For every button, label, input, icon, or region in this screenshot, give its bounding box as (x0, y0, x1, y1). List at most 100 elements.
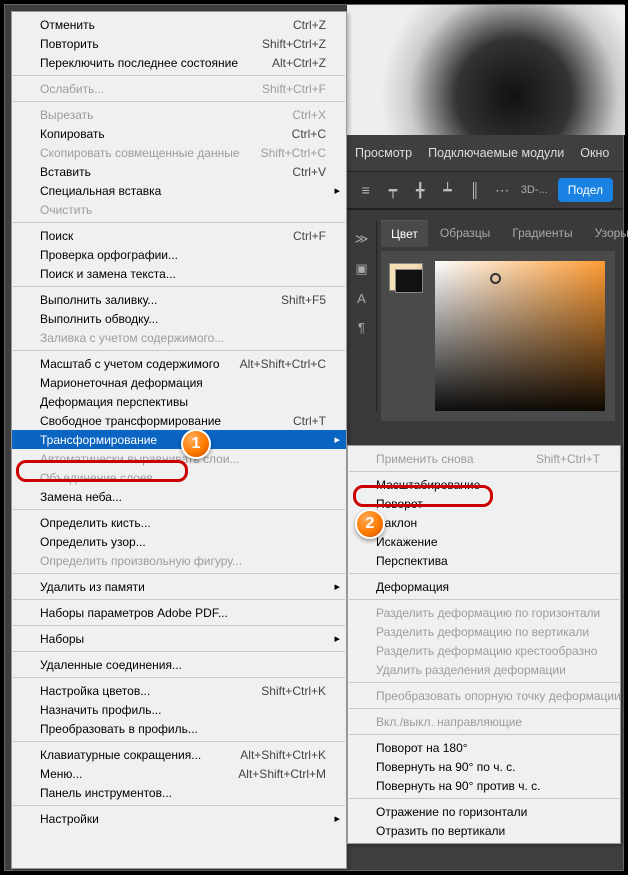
type-tool-icon[interactable]: A (357, 291, 366, 306)
edit-menu-item[interactable]: Поиск и замена текста... (12, 264, 346, 283)
edit-menu-shortcut: Ctrl+Z (293, 18, 326, 32)
edit-menu-shortcut: Shift+Ctrl+F (262, 82, 326, 96)
edit-menu-shortcut: Shift+Ctrl+Z (262, 37, 326, 51)
transform-submenu-item: Удалить разделения деформации (348, 660, 620, 679)
swatch-icon[interactable]: ▣ (355, 261, 367, 277)
edit-menu-item[interactable]: Масштаб с учетом содержимогоAlt+Shift+Ct… (12, 354, 346, 373)
edit-menu-label: Копировать (40, 127, 282, 141)
edit-menu-item[interactable]: ПоискCtrl+F (12, 226, 346, 245)
align-bot-icon[interactable]: ┷ (439, 179, 456, 201)
edit-menu-label: Повторить (40, 37, 252, 51)
transform-submenu-item[interactable]: Отражение по горизонтали (348, 802, 620, 821)
menubar-window[interactable]: Окно (580, 146, 609, 160)
color-cursor[interactable] (490, 273, 501, 284)
transform-submenu-item: Преобразовать опорную точку деформации (348, 686, 620, 705)
edit-menu-item[interactable]: Настройки (12, 809, 346, 828)
edit-menu-item[interactable]: Удаленные соединения... (12, 655, 346, 674)
options-bar: ≡ ┯ ╋ ┷ ║ ⋯ 3D-... Подел (347, 171, 623, 209)
edit-menu-item[interactable]: Марионеточная деформация (12, 373, 346, 392)
align-icon[interactable]: ≡ (357, 179, 374, 201)
edit-menu-item[interactable]: Замена неба... (12, 487, 346, 506)
more-icon[interactable]: ⋯ (493, 179, 510, 201)
edit-menu-label: Марионеточная деформация (40, 376, 326, 390)
edit-menu-item[interactable]: Отменить Ctrl+Z (12, 15, 346, 34)
edit-menu-item: Скопировать совмещенные данныеShift+Ctrl… (12, 143, 346, 162)
transform-submenu-item[interactable]: Искажение (348, 532, 620, 551)
transform-submenu-label: Удалить разделения деформации (376, 663, 600, 677)
transform-submenu-label: Повернуть на 90° против ч. с. (376, 779, 600, 793)
edit-menu-item[interactable]: Повторить Shift+Ctrl+Z (12, 34, 346, 53)
edit-menu-item[interactable]: Наборы (12, 629, 346, 648)
edit-menu-label: Замена неба... (40, 490, 326, 504)
menubar-plugins[interactable]: Подключаемые модули (428, 146, 564, 160)
edit-menu-label: Наборы (40, 632, 326, 646)
edit-menu-label: Настройки (40, 812, 326, 826)
transform-submenu-item[interactable]: Перспектива (348, 551, 620, 570)
edit-menu-label: Заливка с учетом содержимого... (40, 331, 326, 345)
transform-submenu-item[interactable]: Повернуть на 90° против ч. с. (348, 776, 620, 795)
tab-patterns[interactable]: Узоры (585, 220, 628, 246)
collapse-icon[interactable]: ≫ (355, 231, 369, 247)
tab-swatches[interactable]: Образцы (430, 220, 500, 246)
edit-menu-label: Масштаб с учетом содержимого (40, 357, 230, 371)
edit-menu-item[interactable]: ВставитьCtrl+V (12, 162, 346, 181)
color-picker[interactable] (381, 251, 615, 421)
edit-menu-label: Определить произвольную фигуру... (40, 554, 326, 568)
edit-menu-item[interactable]: Наборы параметров Adobe PDF... (12, 603, 346, 622)
edit-menu-item[interactable]: Назначить профиль... (12, 700, 346, 719)
edit-menu-label: Определить кисть... (40, 516, 326, 530)
tab-gradients[interactable]: Градиенты (502, 220, 582, 246)
transform-submenu-item[interactable]: Наклон (348, 513, 620, 532)
edit-menu-item[interactable]: Панель инструментов... (12, 783, 346, 802)
edit-menu-item[interactable]: Выполнить обводку... (12, 309, 346, 328)
transform-submenu-item[interactable]: Отразить по вертикали (348, 821, 620, 840)
edit-menu-item[interactable]: Удалить из памяти (12, 577, 346, 596)
edit-menu-item[interactable]: Клавиатурные сокращения...Alt+Shift+Ctrl… (12, 745, 346, 764)
edit-menu-shortcut: Alt+Shift+Ctrl+M (238, 767, 326, 781)
edit-menu-item[interactable]: Свободное трансформированиеCtrl+T (12, 411, 346, 430)
edit-menu-item[interactable]: Определить узор... (12, 532, 346, 551)
edit-menu-item[interactable]: Преобразовать в профиль... (12, 719, 346, 738)
edit-menu-item[interactable]: Переключить последнее состояниеAlt+Ctrl+… (12, 53, 346, 72)
distribute-icon[interactable]: ║ (466, 179, 483, 201)
tab-color[interactable]: Цвет (381, 220, 428, 247)
edit-menu-item[interactable]: Копировать Ctrl+C (12, 124, 346, 143)
edit-menu-item[interactable]: Меню...Alt+Shift+Ctrl+M (12, 764, 346, 783)
edit-menu-item[interactable]: Выполнить заливку...Shift+F5 (12, 290, 346, 309)
edit-menu-label: Панель инструментов... (40, 786, 326, 800)
transform-submenu-item[interactable]: Деформация (348, 577, 620, 596)
foreground-background-swatch[interactable] (389, 263, 423, 291)
color-field[interactable] (435, 261, 605, 411)
paragraph-icon[interactable]: ¶ (358, 320, 365, 335)
color-panel-tabs: Цвет Образцы Градиенты Узоры (381, 219, 617, 247)
share-button[interactable]: Подел (558, 178, 613, 202)
edit-menu-label: Наборы параметров Adobe PDF... (40, 606, 326, 620)
edit-menu-item[interactable]: Трансформирование (12, 430, 346, 449)
edit-menu-item[interactable]: Специальная вставка (12, 181, 346, 200)
edit-menu-item[interactable]: Проверка орфографии... (12, 245, 346, 264)
transform-submenu-item[interactable]: Повернуть на 90° по ч. с. (348, 757, 620, 776)
edit-menu-item[interactable]: Деформация перспективы (12, 392, 346, 411)
align-mid-icon[interactable]: ╋ (412, 179, 429, 201)
transform-submenu-label: Перспектива (376, 554, 600, 568)
transform-submenu-label: Искажение (376, 535, 600, 549)
edit-menu-label: Поиск и замена текста... (40, 267, 326, 281)
edit-menu-label: Специальная вставка (40, 184, 326, 198)
edit-menu-label: Отменить (40, 18, 283, 32)
transform-submenu-item[interactable]: Поворот на 180° (348, 738, 620, 757)
transform-submenu-item[interactable]: Поворот (348, 494, 620, 513)
edit-menu-label: Удаленные соединения... (40, 658, 326, 672)
edit-menu-label: Вставить (40, 165, 282, 179)
transform-submenu-label: Разделить деформацию по вертикали (376, 625, 600, 639)
edit-menu-item: Очистить (12, 200, 346, 219)
threed-label: 3D-... (521, 184, 548, 196)
edit-menu-item[interactable]: Определить кисть... (12, 513, 346, 532)
edit-menu-item[interactable]: Настройка цветов...Shift+Ctrl+K (12, 681, 346, 700)
transform-submenu-label: Разделить деформацию по горизонтали (376, 606, 600, 620)
edit-menu-shortcut: Shift+Ctrl+C (261, 146, 326, 160)
transform-submenu-item[interactable]: Масштабирование (348, 475, 620, 494)
edit-menu-shortcut: Shift+Ctrl+K (261, 684, 326, 698)
align-top-icon[interactable]: ┯ (384, 179, 401, 201)
menubar-view[interactable]: Просмотр (355, 146, 412, 160)
edit-menu-shortcut: Ctrl+C (292, 127, 326, 141)
